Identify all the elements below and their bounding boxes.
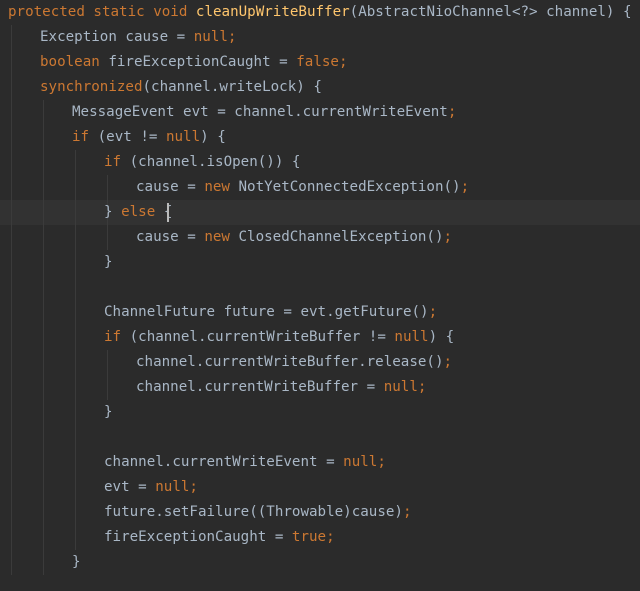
code-token: (channel.isOpen()) { [129,154,301,170]
code-token: ; [338,54,348,70]
indent-guide [43,100,44,575]
code-token: ; [227,29,237,45]
code-line[interactable]: channel.currentWriteBuffer.release(); [136,350,452,375]
code-token: null [383,379,418,395]
code-token: if [104,154,130,170]
code-token: ; [443,354,453,370]
code-token: ClosedChannelException() [238,229,444,245]
code-token: true [291,529,327,545]
code-token: cause = [136,229,205,245]
code-token: ; [460,179,470,195]
code-token: ) { [428,329,455,345]
code-token: ; [326,529,335,545]
code-line[interactable]: boolean fireExceptionCaught = false; [40,50,348,75]
code-token: ; [447,104,457,120]
code-token: (evt != [97,129,166,145]
code-token: } [72,554,81,570]
code-token: MessageEvent evt = channel.currentWriteE… [72,104,448,120]
code-line[interactable]: } [104,400,113,425]
code-token: ; [377,454,386,470]
code-token: ; [417,379,427,395]
code-token: channel.currentWriteEvent = [104,454,344,470]
code-token: future.setFailure((Throwable)cause) [104,504,403,520]
code-token: new [204,229,239,245]
code-line[interactable]: } [72,550,81,575]
code-line[interactable]: synchronized(channel.writeLock) { [40,75,322,100]
code-line[interactable]: if (channel.currentWriteBuffer != null) … [104,325,454,350]
code-token: new [204,179,239,195]
indent-guide [107,350,108,400]
code-line[interactable]: } [104,250,113,275]
code-line[interactable]: ChannelFuture future = evt.getFuture(); [104,300,437,325]
code-token: else [121,204,164,220]
code-token: ; [443,229,453,245]
code-line[interactable]: evt = null; [104,475,198,500]
code-token: if [72,129,98,145]
code-token: cause = [136,179,205,195]
code-token: cleanUpWriteBuffer [195,4,350,20]
code-token: } [104,404,113,420]
code-token: fireExceptionCaught = [104,529,292,545]
code-token: false [296,54,339,70]
code-line[interactable]: channel.currentWriteBuffer = null; [136,375,426,400]
code-editor[interactable]: protected static void cleanUpWriteBuffer… [0,0,640,591]
code-token: null [155,479,190,495]
code-token: boolean [40,54,109,70]
code-line[interactable]: cause = new ClosedChannelException(); [136,225,452,250]
code-token: protected static void [8,4,196,20]
code-token: null [394,329,429,345]
code-token: fireExceptionCaught = [108,54,297,70]
code-token: evt = [104,479,156,495]
code-line[interactable]: fireExceptionCaught = true; [104,525,335,550]
code-token: ; [402,504,412,520]
code-token: synchronized [40,79,143,95]
code-token: ; [428,304,438,320]
code-token: ; [189,479,198,495]
code-token: ) { [200,129,226,145]
code-token: if [104,329,130,345]
code-line[interactable]: cause = new NotYetConnectedException(); [136,175,469,200]
code-token: ChannelFuture future = evt.getFuture() [104,304,429,320]
code-token: channel.currentWriteBuffer.release() [136,354,444,370]
code-line[interactable]: if (channel.isOpen()) { [104,150,300,175]
indent-guide [11,25,12,575]
current-line-highlight [0,200,640,225]
text-caret [167,203,169,222]
code-line[interactable]: channel.currentWriteEvent = null; [104,450,386,475]
code-line[interactable]: if (evt != null) { [72,125,226,150]
code-token: Exception cause = [40,29,194,45]
code-token: channel.currentWriteBuffer = [136,379,384,395]
code-line[interactable]: protected static void cleanUpWriteBuffer… [8,0,632,25]
code-token: (AbstractNioChannel<?> channel) { [349,4,632,20]
code-line[interactable]: } else { [104,200,172,225]
code-line[interactable]: MessageEvent evt = channel.currentWriteE… [72,100,456,125]
code-token: (channel.writeLock) { [142,79,322,95]
code-token: } [104,254,113,270]
code-line[interactable]: future.setFailure((Throwable)cause); [104,500,412,525]
code-token: null [193,29,228,45]
indent-guide [75,150,76,550]
code-token: null [165,129,201,145]
code-line[interactable]: Exception cause = null; [40,25,236,50]
code-token: null [343,454,378,470]
code-token: (channel.currentWriteBuffer != [129,329,395,345]
code-token: NotYetConnectedException() [238,179,461,195]
code-token: } [104,204,122,220]
